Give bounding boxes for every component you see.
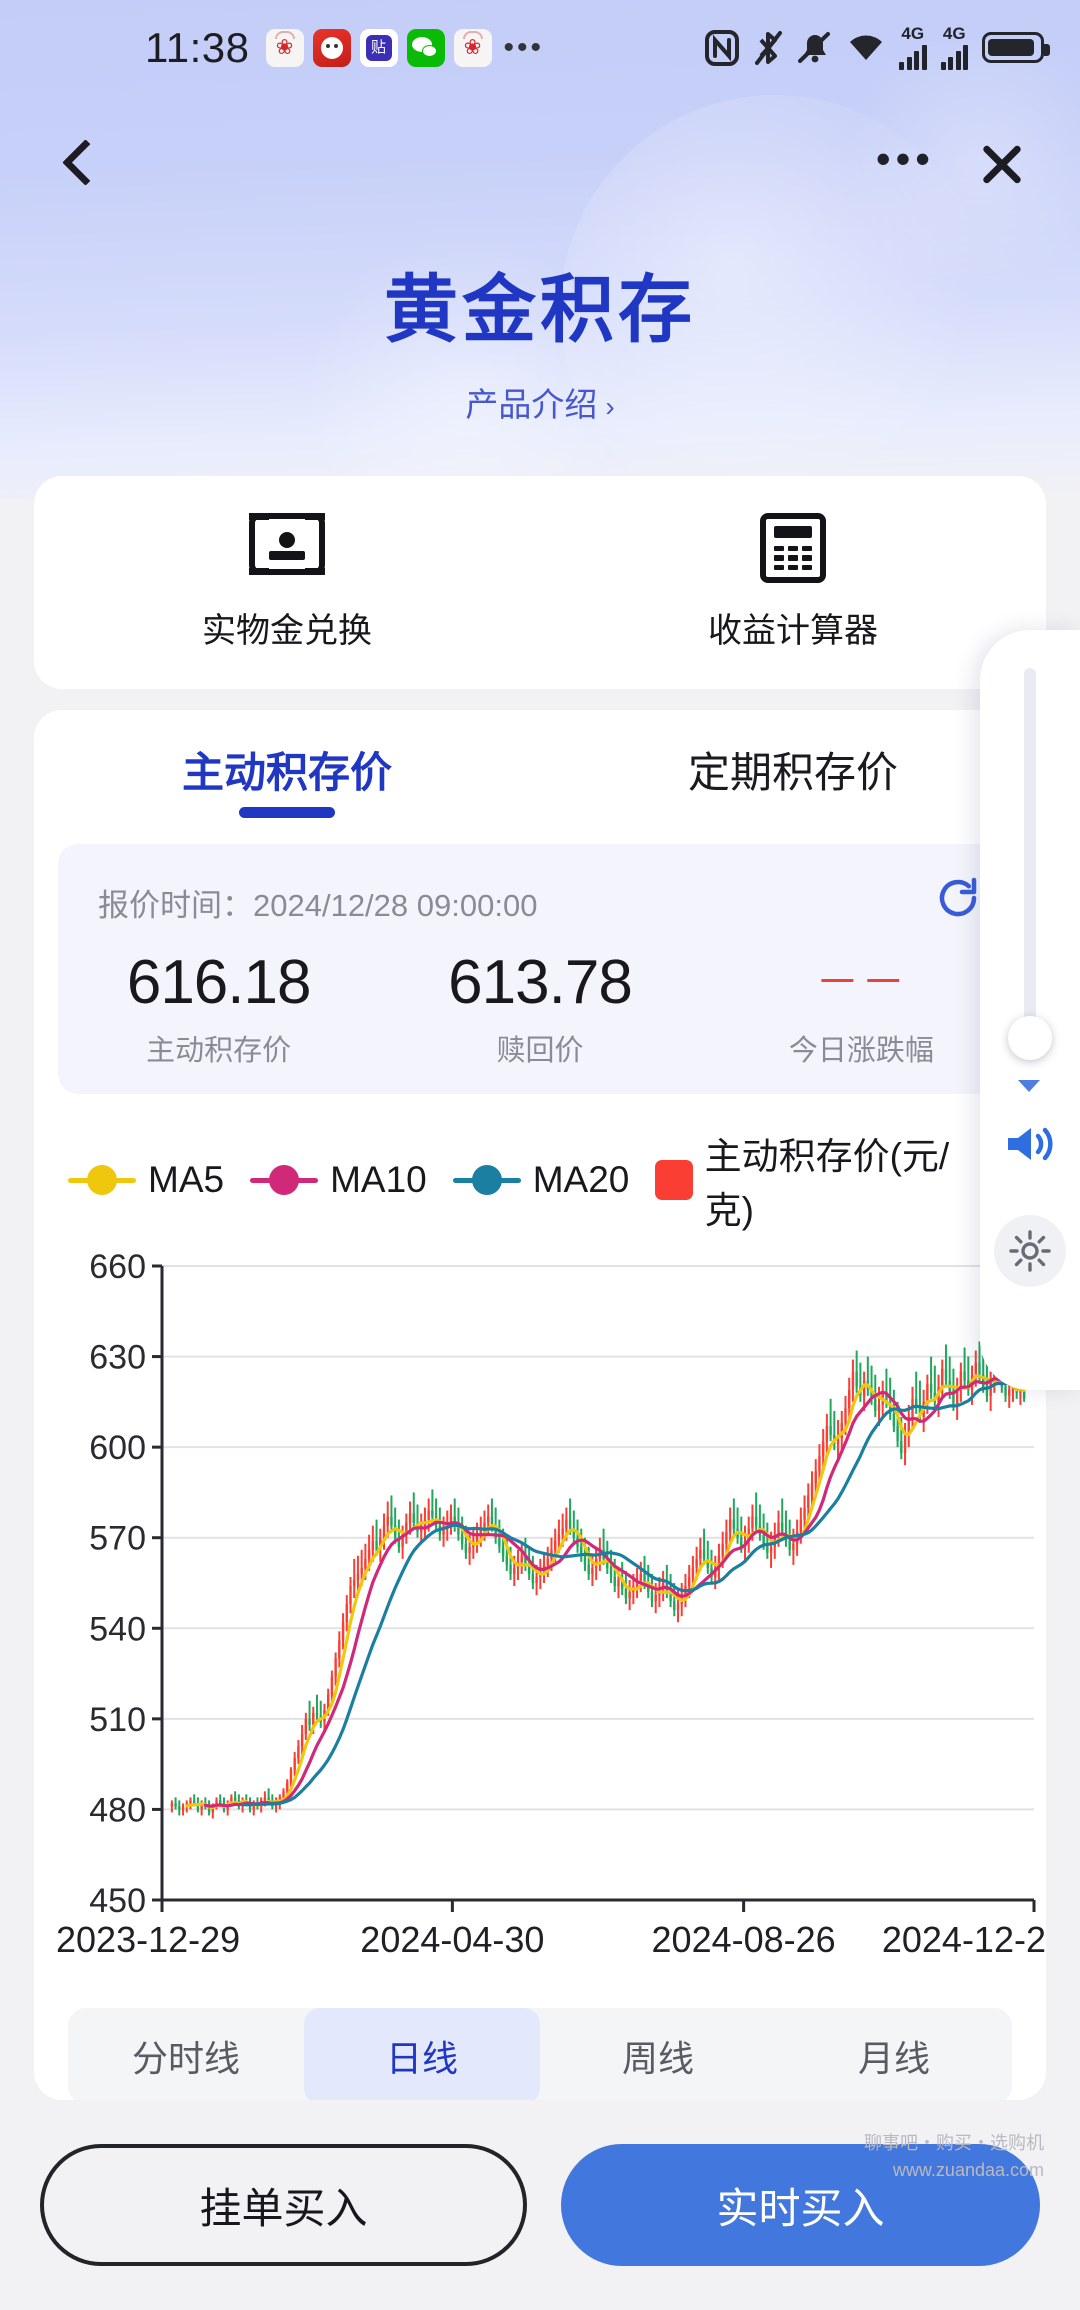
chevron-right-icon: › [605,391,615,422]
period-tab-daily[interactable]: 日线 [304,2008,540,2100]
svg-text:2024-12-2: 2024-12-2 [882,1919,1046,1960]
status-bar-overflow-dots: ••• [503,30,545,64]
watermark-line: www.zuandaa.com [892,2160,1044,2180]
legend-item-ma10: MA10 [250,1159,427,1201]
huawei-icon: ❀ [265,28,304,67]
quote-label: 今日涨跌幅 [788,1035,934,1068]
svg-text:540: 540 [89,1610,146,1648]
legend-label: 主动积存价(元/克) [704,1136,950,1231]
price-chart-card: 主动积存价 定期积存价 报价时间：2024/12/28 09:00:00 616… [34,710,1046,2100]
svg-text:510: 510 [89,1701,146,1739]
legend-line [296,1177,319,1183]
quote-label: 赎回价 [496,1035,584,1068]
legend-dot [471,1165,502,1195]
speaker-icon[interactable] [1002,1120,1058,1173]
svg-text:630: 630 [89,1339,146,1377]
legend-item-ma5: MA5 [68,1159,224,1201]
status-bar-app-icons: ❀ 贴 ❀ [265,28,492,67]
legend-dot [87,1165,117,1195]
candlestick-chart: 660 630 600 570 540 510 480 450 2023-12-29 2024-0… [34,1248,1046,2008]
quote-timestamp: 报价时间：2024/12/28 09:00:00 [98,880,537,925]
tab-scheduled-deposit-price[interactable]: 定期积存价 [540,710,1046,828]
scrollbar-track[interactable] [1008,668,1052,1092]
svg-text:450: 450 [89,1882,146,1920]
huawei-icon: ❀ [453,28,492,67]
wechat-icon [406,28,445,67]
scrollbar-knob[interactable] [1008,1016,1052,1060]
mute-bell-icon [798,31,830,63]
product-intro-label: 产品介绍 [465,386,598,423]
status-bar-indicators: 4G 4G [705,25,1050,70]
tieba-icon: 贴 [359,28,398,67]
period-tabs: 分时线 日线 周线 月线 [68,2008,1012,2100]
quote-time-value: 2024/12/28 09:00:00 [253,888,538,923]
svg-text:570: 570 [89,1520,146,1558]
tab-active-deposit-price[interactable]: 主动积存价 [34,710,540,828]
tab-label: 定期积存价 [687,748,898,796]
bluetooth-off-icon [755,30,782,65]
legend-swatch [655,1160,693,1200]
legend-item-ma20: MA20 [452,1159,630,1201]
signal-4g-icon: 4G [899,25,927,70]
svg-text:2023-12-29: 2023-12-29 [56,1919,240,1960]
product-intro-link[interactable]: 产品介绍 › [0,378,1080,426]
legend-dot [269,1165,300,1195]
svg-text:2024-04-30: 2024-04-30 [360,1919,544,1960]
quote-values: 616.18 主动积存价 613.78 赎回价 －－ 今日涨跌幅 [58,948,1022,1069]
quote-value: －－ [815,958,908,1007]
quick-action-yield-calculator[interactable]: 收益计算器 [540,476,1046,689]
watermark-line: 聊事吧・购买・选购机 [864,2133,1044,2153]
battery-icon [982,32,1050,63]
redpacket-icon [312,28,351,67]
svg-text:480: 480 [89,1791,146,1829]
quick-action-label: 收益计算器 [708,612,878,650]
page-title: 黄金积存 [384,268,696,351]
svg-text:600: 600 [89,1429,146,1467]
tab-underline [239,807,335,818]
quote-panel: 报价时间：2024/12/28 09:00:00 616.18 主动积存价 61… [58,844,1022,1094]
limit-order-buy-button[interactable]: 挂单买入 [40,2144,527,2266]
status-bar-clock: 11:38 [145,23,250,71]
wallet-icon [249,513,325,581]
svg-text:660: 660 [89,1248,146,1286]
back-button[interactable] [48,134,106,192]
quote-value: 613.78 [448,948,633,1017]
nav-bar: ••• [0,120,1080,210]
gear-icon[interactable] [994,1215,1066,1287]
quote-column-active-price: 616.18 主动积存价 [58,948,379,1069]
close-button[interactable] [974,136,1030,192]
svg-text:2024-08-26: 2024-08-26 [652,1919,836,1960]
legend-line [498,1177,521,1183]
period-tab-intraday[interactable]: 分时线 [68,2008,304,2100]
chart-canvas: 660 630 600 570 540 510 480 4502023-12-29 2024-0… [56,1248,1046,1960]
scroll-down-caret-icon [1018,1080,1040,1092]
floating-side-panel [980,630,1080,1390]
quick-actions-card: 实物金兑换 收益计算器 [34,476,1046,689]
chart-legend: MA5 MA10 MA20 主动积存价(元/克) i [68,1126,1046,1234]
wifi-icon [850,35,882,60]
legend-line [114,1177,136,1183]
quote-label: 主动积存价 [146,1035,292,1068]
tab-label: 主动积存价 [181,748,392,796]
quick-action-label: 实物金兑换 [202,612,372,650]
quote-value: 616.18 [126,948,312,1017]
price-type-tabs: 主动积存价 定期积存价 [34,710,1046,828]
calculator-icon [755,513,831,583]
more-options-button[interactable]: ••• [876,137,935,179]
period-tab-monthly[interactable]: 月线 [776,2008,1012,2100]
legend-label: MA10 [330,1159,427,1200]
quote-column-daily-change: －－ 今日涨跌幅 [701,949,1022,1069]
status-bar: 11:38 ❀ 贴 ❀ ••• 4G 4G [0,0,1080,95]
quote-column-redemption-price: 613.78 赎回价 [379,948,700,1069]
watermark: 聊事吧・购买・选购机 www.zuandaa.com [864,2130,1044,2184]
legend-label: MA20 [532,1159,630,1200]
signal-4g-icon: 4G [940,25,968,70]
quick-action-physical-gold-exchange[interactable]: 实物金兑换 [34,476,540,689]
legend-label: MA5 [148,1159,225,1200]
legend-item-price: 主动积存价(元/克) [655,1126,978,1234]
nfc-icon [705,29,739,66]
quote-time-label: 报价时间： [98,888,253,923]
refresh-icon[interactable] [934,874,982,922]
period-tab-weekly[interactable]: 周线 [540,2008,776,2100]
